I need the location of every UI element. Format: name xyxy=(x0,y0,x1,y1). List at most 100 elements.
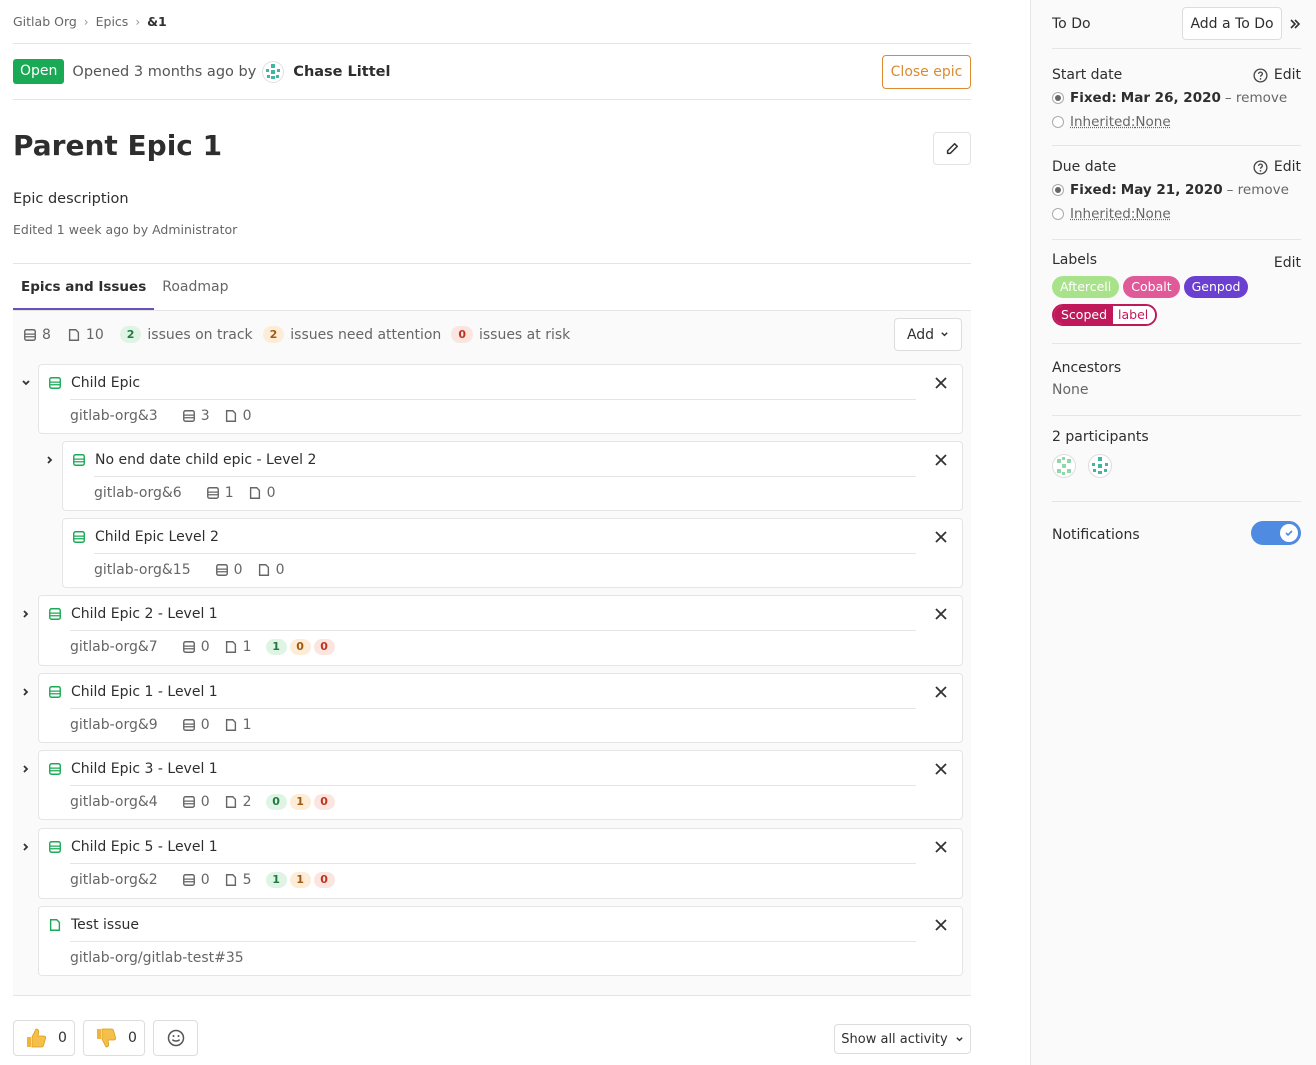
close-icon[interactable] xyxy=(934,530,948,544)
collapse-sidebar-icon[interactable] xyxy=(1289,18,1301,30)
epic-icon xyxy=(49,376,61,389)
participants-block: 2 participants xyxy=(1052,416,1301,502)
inherited-label: Inherited: xyxy=(1070,114,1136,130)
author-avatar[interactable] xyxy=(262,60,285,83)
tree-item-epic[interactable]: Child Epic 2 - Level 1 gitlab-org&7 0 1 1 0 0 xyxy=(38,595,963,666)
inherited-value: None xyxy=(1135,206,1171,222)
close-icon[interactable] xyxy=(934,607,948,621)
tab-epics-and-issues[interactable]: Epics and Issues xyxy=(13,264,155,310)
thumbsup-award[interactable]: 0 xyxy=(13,1020,75,1056)
close-icon[interactable] xyxy=(934,376,948,390)
ancestors-title: Ancestors xyxy=(1052,360,1122,376)
issue-count: 10 xyxy=(85,326,104,343)
due-date-title: Due date xyxy=(1052,159,1117,175)
fixed-value: May 21, 2020 xyxy=(1120,182,1223,198)
smiley-icon xyxy=(167,1029,184,1047)
epic-icon xyxy=(49,685,61,698)
scoped-label-value: label xyxy=(1113,306,1156,324)
due-fixed-option[interactable]: Fixed: May 21, 2020 – remove xyxy=(1052,178,1289,202)
close-icon[interactable] xyxy=(934,685,948,699)
tree-item-epic[interactable]: Child Epic 3 - Level 1 gitlab-org&4 0 2 0 1 0 xyxy=(38,750,963,820)
start-fixed-option[interactable]: Fixed: Mar 26, 2020 – remove xyxy=(1052,86,1287,110)
issue-icon xyxy=(225,874,236,886)
breadcrumb-epics[interactable]: Epics xyxy=(96,14,129,29)
tree-item-epic[interactable]: Child Epic gitlab-org&3 3 0 xyxy=(38,364,963,434)
at-risk-count: 0 xyxy=(451,326,473,343)
label-chip[interactable]: Cobalt xyxy=(1123,276,1180,298)
tree-item-epic[interactable]: Child Epic 1 - Level 1 gitlab-org&9 0 1 xyxy=(38,673,963,743)
count: 0 xyxy=(275,562,285,578)
epic-icon xyxy=(215,564,228,576)
notifications-toggle[interactable] xyxy=(1251,521,1301,545)
add-reaction-button[interactable] xyxy=(153,1020,198,1056)
item-title-row: Child Epic xyxy=(39,365,140,400)
chevron-down-icon[interactable] xyxy=(21,376,31,386)
breadcrumb-group[interactable]: Gitlab Org xyxy=(13,14,77,29)
participant-avatar[interactable] xyxy=(1052,454,1076,478)
health-count: 0 xyxy=(265,794,287,810)
close-icon[interactable] xyxy=(934,453,948,467)
close-epic-button[interactable]: Close epic xyxy=(882,55,971,89)
chevron-right-icon[interactable] xyxy=(45,453,55,464)
item-title[interactable]: Child Epic Level 2 xyxy=(95,529,219,545)
radio-inherited[interactable] xyxy=(1052,208,1064,220)
item-title[interactable]: Child Epic 5 - Level 1 xyxy=(71,839,218,855)
chevron-right-icon[interactable] xyxy=(21,685,31,696)
close-icon[interactable] xyxy=(934,762,948,776)
breadcrumb-current[interactable]: &1 xyxy=(147,14,167,29)
health-count: 1 xyxy=(289,794,311,810)
close-icon[interactable] xyxy=(934,918,948,932)
add-todo-button[interactable]: Add a To Do xyxy=(1182,7,1282,40)
participant-avatar[interactable] xyxy=(1088,454,1112,478)
show-activity-dropdown[interactable]: Show all activity xyxy=(834,1024,971,1054)
item-title[interactable]: No end date child epic - Level 2 xyxy=(95,452,316,468)
tree-item-epic[interactable]: Child Epic Level 2 gitlab-org&15 0 0 xyxy=(62,518,963,588)
tree-item-issue[interactable]: Test issue gitlab-org/gitlab-test#35 xyxy=(38,906,963,976)
epic-icon xyxy=(49,607,61,620)
item-title[interactable]: Child Epic 1 - Level 1 xyxy=(71,684,218,700)
add-dropdown-button[interactable]: Add xyxy=(894,318,962,351)
start-inherited-option[interactable]: Inherited: None xyxy=(1052,110,1287,134)
scoped-label-chip[interactable]: Scoped label xyxy=(1052,304,1158,326)
count: 3 xyxy=(200,408,210,424)
item-title-row: Child Epic 5 - Level 1 xyxy=(39,829,218,864)
labels-edit[interactable]: Edit xyxy=(1274,255,1301,271)
label-chip[interactable]: Aftercell xyxy=(1052,276,1120,298)
radio-inherited[interactable] xyxy=(1052,116,1064,128)
due-date-edit[interactable]: Edit xyxy=(1253,159,1301,175)
due-inherited-option[interactable]: Inherited: None xyxy=(1052,202,1289,226)
edit-title-button[interactable] xyxy=(933,132,971,165)
child-epic-count: 0 xyxy=(215,562,243,578)
tree-item-epic[interactable]: No end date child epic - Level 2 gitlab-o… xyxy=(62,441,963,511)
issue-icon xyxy=(225,719,236,731)
health-count: 0 xyxy=(313,639,335,655)
chevron-down-icon xyxy=(941,332,948,337)
item-title[interactable]: Child Epic 3 - Level 1 xyxy=(71,761,218,777)
chevron-right-icon[interactable] xyxy=(21,840,31,851)
chevron-right-icon[interactable] xyxy=(21,607,31,618)
author-name[interactable]: Chase Littel xyxy=(293,64,390,80)
chevron-right-icon: › xyxy=(83,14,89,29)
right-sidebar: To Do Add a To Do Start date Edit Fixed:… xyxy=(1030,0,1316,1065)
chevron-right-icon[interactable] xyxy=(21,762,31,773)
item-title[interactable]: Child Epic xyxy=(71,375,140,391)
remove-link[interactable]: – remove xyxy=(1227,182,1289,198)
radio-fixed[interactable] xyxy=(1052,92,1064,104)
child-epic-count: 0 xyxy=(182,794,210,810)
on-track-label: issues on track xyxy=(147,326,253,343)
item-title[interactable]: Child Epic 2 - Level 1 xyxy=(71,606,218,622)
tree-item-epic[interactable]: Child Epic 5 - Level 1 gitlab-org&2 0 5 1 1 0 xyxy=(38,828,963,899)
remove-link[interactable]: – remove xyxy=(1225,90,1287,106)
todo-block: To Do Add a To Do xyxy=(1052,0,1301,48)
radio-fixed[interactable] xyxy=(1052,184,1064,196)
close-icon[interactable] xyxy=(934,840,948,854)
tab-roadmap[interactable]: Roadmap xyxy=(154,264,236,310)
start-date-edit[interactable]: Edit xyxy=(1253,67,1301,83)
label-chip[interactable]: Genpod xyxy=(1183,276,1249,298)
thumbsdown-award[interactable]: 0 xyxy=(83,1020,145,1056)
title-row: Parent Epic 1 xyxy=(13,100,971,188)
tabs: Epics and Issues Roadmap xyxy=(13,263,971,311)
item-reference: gitlab-org/gitlab-test#35 xyxy=(70,950,244,966)
item-title[interactable]: Test issue xyxy=(71,917,139,933)
item-reference: gitlab-org&2 xyxy=(70,872,158,888)
